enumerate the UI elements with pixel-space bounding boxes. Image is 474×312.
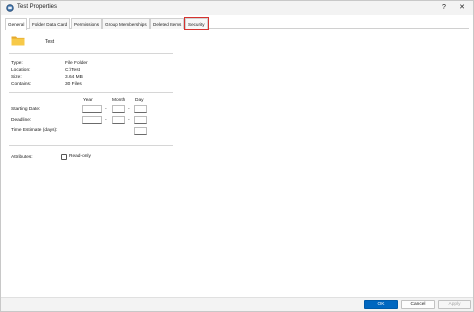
contains-label: Contains: <box>11 82 32 87</box>
attributes-label: Attributes: <box>11 155 33 160</box>
deadline-day-input[interactable] <box>134 116 147 124</box>
tab-folder-data-card[interactable]: Folder Data Card <box>29 18 71 29</box>
deadline-month-input[interactable] <box>112 116 125 124</box>
separator <box>9 145 173 146</box>
type-label: Type: <box>11 61 23 66</box>
tab-deleted-items[interactable]: Deleted Items <box>150 18 185 29</box>
separator <box>9 53 173 54</box>
readonly-label: Read-only <box>69 154 91 159</box>
day-column-label: Day <box>135 98 144 103</box>
type-value: File Folder <box>65 61 88 66</box>
time-estimate-label: Time Estimate (days): <box>11 128 58 133</box>
date-separator: - <box>105 106 107 112</box>
size-value: 3.64 MB <box>65 75 83 80</box>
tab-strip: General Folder Data Card Permissions Gro… <box>5 16 469 31</box>
starting-day-input[interactable] <box>134 105 147 113</box>
close-button[interactable]: ✕ <box>456 3 468 13</box>
date-separator: - <box>128 106 130 112</box>
location-value: C:\Test <box>65 68 80 73</box>
window-title: Test Properties <box>17 4 58 10</box>
size-label: Size: <box>11 75 22 80</box>
readonly-checkbox[interactable] <box>61 154 67 160</box>
month-column-label: Month <box>112 98 126 103</box>
separator <box>9 92 173 93</box>
tab-general[interactable]: General <box>5 18 28 30</box>
contains-value: 30 Files <box>65 82 82 87</box>
year-column-label: Year <box>83 98 93 103</box>
deadline-year-input[interactable] <box>82 116 102 124</box>
starting-date-label: Starting Date: <box>11 107 41 112</box>
starting-year-input[interactable] <box>82 105 102 113</box>
starting-month-input[interactable] <box>112 105 125 113</box>
tab-security[interactable]: Security <box>183 16 210 31</box>
apply-button[interactable]: Apply <box>438 300 471 309</box>
folder-name: Test <box>45 39 55 45</box>
title-bar: Test Properties ? ✕ <box>1 1 473 15</box>
help-button[interactable]: ? <box>438 3 450 13</box>
date-separator: - <box>128 117 130 123</box>
location-label: Location: <box>11 68 31 73</box>
tab-permissions[interactable]: Permissions <box>71 18 103 29</box>
date-separator: - <box>105 117 107 123</box>
ok-button[interactable]: OK <box>364 300 398 309</box>
folder-icon <box>11 36 25 46</box>
cancel-button[interactable]: Cancel <box>401 300 435 309</box>
app-icon <box>6 4 14 12</box>
time-estimate-input[interactable] <box>134 127 147 135</box>
properties-dialog: Test Properties ? ✕ General Folder Data … <box>0 0 474 312</box>
deadline-label: Deadline: <box>11 118 32 123</box>
tab-group-memberships[interactable]: Group Memberships <box>102 18 150 29</box>
